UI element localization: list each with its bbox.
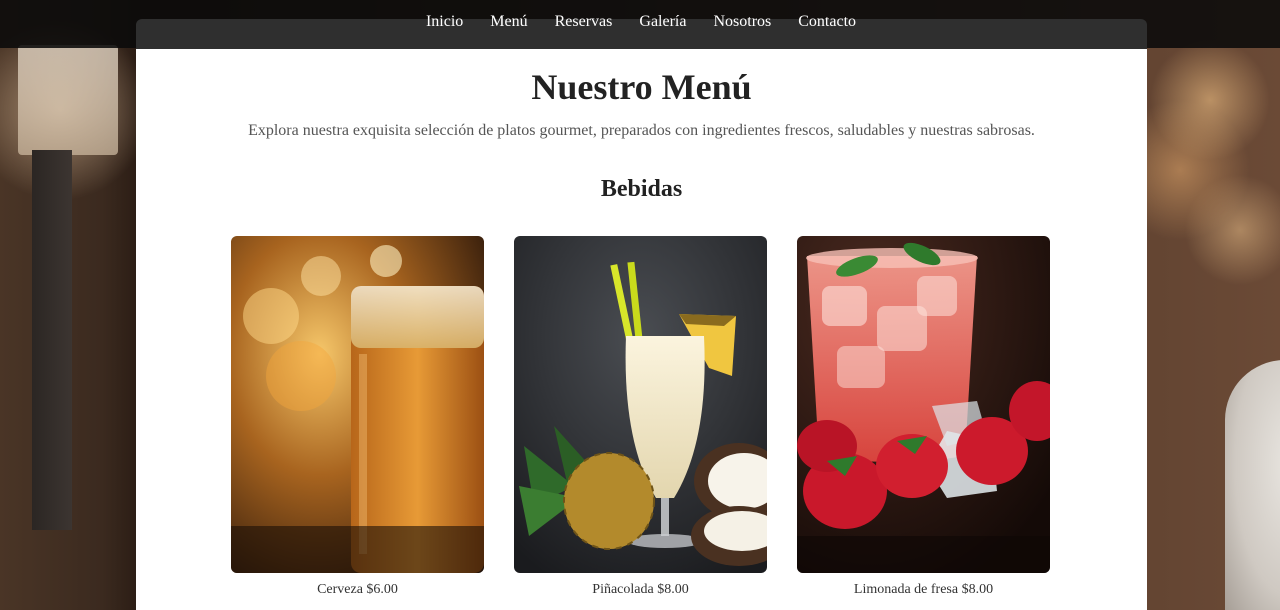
nav-link-menu[interactable]: Menú <box>490 13 527 31</box>
menu-item-label: Limonada de fresa $8.00 <box>853 582 994 597</box>
nav-link-galeria[interactable]: Galería <box>639 13 686 31</box>
nav-link-contacto[interactable]: Contacto <box>798 13 856 31</box>
menu-item-label: Cerveza $6.00 <box>317 582 398 597</box>
nav-link-nosotros[interactable]: Nosotros <box>713 13 771 31</box>
beer-glass-image <box>231 236 484 573</box>
background-figure <box>1225 360 1280 610</box>
menu-item-label: Piñacolada $8.00 <box>592 582 689 597</box>
background-lamp <box>18 45 118 155</box>
menu-panel: Nuestro Menú Explora nuestra exquisita s… <box>136 49 1147 610</box>
menu-item-card[interactable]: Limonada de fresa $8.00 <box>797 236 1050 598</box>
pina-colada-image <box>514 236 767 573</box>
background-pole <box>32 150 72 530</box>
menu-item-card[interactable]: Cerveza $6.00 <box>231 236 484 598</box>
menu-item-card[interactable]: Piñacolada $8.00 <box>514 236 767 598</box>
strawberry-lemonade-image <box>797 236 1050 573</box>
top-navigation-bar: Inicio Menú Reservas Galería Nosotros Co… <box>0 0 1280 49</box>
nav-link-reservas[interactable]: Reservas <box>555 13 613 31</box>
page-subtitle: Explora nuestra exquisita selección de p… <box>248 122 1035 139</box>
page-title: Nuestro Menú <box>531 67 752 107</box>
section-title-bebidas: Bebidas <box>600 176 683 202</box>
nav-links: Inicio Menú Reservas Galería Nosotros Co… <box>1 13 1280 31</box>
nav-link-inicio[interactable]: Inicio <box>426 13 463 31</box>
